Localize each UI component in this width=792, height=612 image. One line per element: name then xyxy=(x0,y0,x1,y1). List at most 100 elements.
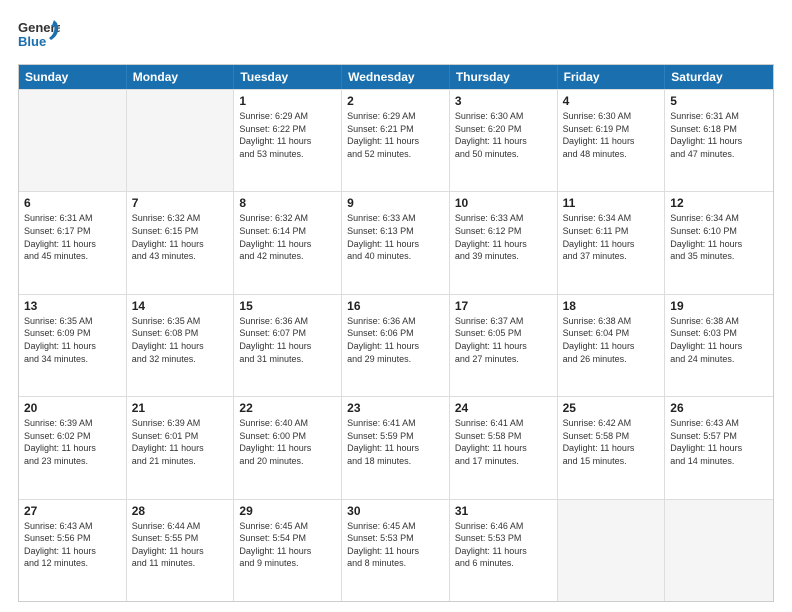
calendar-week: 20 Sunrise: 6:39 AM Sunset: 6:02 PM Dayli… xyxy=(19,396,773,498)
calendar-cell: 5Sunrise: 6:31 AM Sunset: 6:18 PM Daylig… xyxy=(665,90,773,191)
calendar-cell: 28 Sunrise: 6:44 AM Sunset: 5:55 PM Dayli… xyxy=(127,500,235,601)
weekday-header: Thursday xyxy=(450,65,558,89)
calendar-cell: 25 Sunrise: 6:42 AM Sunset: 5:58 PM Dayli… xyxy=(558,397,666,498)
weekday-header: Saturday xyxy=(665,65,773,89)
cell-info: Sunrise: 6:41 AM Sunset: 5:58 PM Dayligh… xyxy=(455,417,552,467)
cell-info: Sunrise: 6:33 AM Sunset: 6:13 PM Dayligh… xyxy=(347,212,444,262)
calendar-cell: 26 Sunrise: 6:43 AM Sunset: 5:57 PM Dayli… xyxy=(665,397,773,498)
calendar-week: 13Sunrise: 6:35 AM Sunset: 6:09 PM Dayli… xyxy=(19,294,773,396)
day-number: 7 xyxy=(132,196,229,210)
calendar-cell: 8 Sunrise: 6:32 AM Sunset: 6:14 PM Daylig… xyxy=(234,192,342,293)
svg-text:Blue: Blue xyxy=(18,34,46,49)
calendar-cell: 16 Sunrise: 6:36 AM Sunset: 6:06 PM Dayli… xyxy=(342,295,450,396)
day-number: 1 xyxy=(239,94,336,108)
cell-info: Sunrise: 6:36 AM Sunset: 6:07 PM Dayligh… xyxy=(239,315,336,365)
day-number: 9 xyxy=(347,196,444,210)
calendar-week: 27Sunrise: 6:43 AM Sunset: 5:56 PM Dayli… xyxy=(19,499,773,601)
header: General Blue xyxy=(18,18,774,54)
calendar-cell: 20 Sunrise: 6:39 AM Sunset: 6:02 PM Dayli… xyxy=(19,397,127,498)
day-number: 2 xyxy=(347,94,444,108)
calendar-cell: 4 Sunrise: 6:30 AM Sunset: 6:19 PM Daylig… xyxy=(558,90,666,191)
calendar-cell: 30 Sunrise: 6:45 AM Sunset: 5:53 PM Dayli… xyxy=(342,500,450,601)
day-number: 3 xyxy=(455,94,552,108)
calendar-cell: 7 Sunrise: 6:32 AM Sunset: 6:15 PM Daylig… xyxy=(127,192,235,293)
cell-info: Sunrise: 6:40 AM Sunset: 6:00 PM Dayligh… xyxy=(239,417,336,467)
calendar-week: 1 Sunrise: 6:29 AM Sunset: 6:22 PM Daylig… xyxy=(19,89,773,191)
cell-info: Sunrise: 6:46 AM Sunset: 5:53 PM Dayligh… xyxy=(455,520,552,570)
cell-info: Sunrise: 6:30 AM Sunset: 6:20 PM Dayligh… xyxy=(455,110,552,160)
day-number: 4 xyxy=(563,94,660,108)
cell-info: Sunrise: 6:44 AM Sunset: 5:55 PM Dayligh… xyxy=(132,520,229,570)
day-number: 12 xyxy=(670,196,768,210)
day-number: 31 xyxy=(455,504,552,518)
day-number: 8 xyxy=(239,196,336,210)
day-number: 11 xyxy=(563,196,660,210)
cell-info: Sunrise: 6:34 AM Sunset: 6:11 PM Dayligh… xyxy=(563,212,660,262)
calendar-cell xyxy=(665,500,773,601)
cell-info: Sunrise: 6:30 AM Sunset: 6:19 PM Dayligh… xyxy=(563,110,660,160)
calendar-cell: 27Sunrise: 6:43 AM Sunset: 5:56 PM Dayli… xyxy=(19,500,127,601)
cell-info: Sunrise: 6:29 AM Sunset: 6:22 PM Dayligh… xyxy=(239,110,336,160)
day-number: 28 xyxy=(132,504,229,518)
weekday-header: Monday xyxy=(127,65,235,89)
day-number: 29 xyxy=(239,504,336,518)
cell-info: Sunrise: 6:31 AM Sunset: 6:18 PM Dayligh… xyxy=(670,110,768,160)
cell-info: Sunrise: 6:43 AM Sunset: 5:57 PM Dayligh… xyxy=(670,417,768,467)
calendar-cell: 11 Sunrise: 6:34 AM Sunset: 6:11 PM Dayli… xyxy=(558,192,666,293)
weekday-header: Wednesday xyxy=(342,65,450,89)
day-number: 15 xyxy=(239,299,336,313)
calendar-cell: 13Sunrise: 6:35 AM Sunset: 6:09 PM Dayli… xyxy=(19,295,127,396)
weekday-header: Tuesday xyxy=(234,65,342,89)
weekday-header: Friday xyxy=(558,65,666,89)
calendar-cell: 21Sunrise: 6:39 AM Sunset: 6:01 PM Dayli… xyxy=(127,397,235,498)
calendar-cell xyxy=(19,90,127,191)
calendar-cell: 24 Sunrise: 6:41 AM Sunset: 5:58 PM Dayli… xyxy=(450,397,558,498)
calendar-week: 6Sunrise: 6:31 AM Sunset: 6:17 PM Daylig… xyxy=(19,191,773,293)
calendar-cell: 18 Sunrise: 6:38 AM Sunset: 6:04 PM Dayli… xyxy=(558,295,666,396)
calendar-cell: 9 Sunrise: 6:33 AM Sunset: 6:13 PM Daylig… xyxy=(342,192,450,293)
day-number: 13 xyxy=(24,299,121,313)
day-number: 14 xyxy=(132,299,229,313)
calendar-cell: 3 Sunrise: 6:30 AM Sunset: 6:20 PM Daylig… xyxy=(450,90,558,191)
cell-info: Sunrise: 6:35 AM Sunset: 6:08 PM Dayligh… xyxy=(132,315,229,365)
calendar-cell: 29 Sunrise: 6:45 AM Sunset: 5:54 PM Dayli… xyxy=(234,500,342,601)
calendar-cell: 23 Sunrise: 6:41 AM Sunset: 5:59 PM Dayli… xyxy=(342,397,450,498)
day-number: 26 xyxy=(670,401,768,415)
day-number: 19 xyxy=(670,299,768,313)
weekday-header: Sunday xyxy=(19,65,127,89)
calendar-cell: 2 Sunrise: 6:29 AM Sunset: 6:21 PM Daylig… xyxy=(342,90,450,191)
calendar-cell: 10Sunrise: 6:33 AM Sunset: 6:12 PM Dayli… xyxy=(450,192,558,293)
day-number: 24 xyxy=(455,401,552,415)
cell-info: Sunrise: 6:45 AM Sunset: 5:54 PM Dayligh… xyxy=(239,520,336,570)
day-number: 16 xyxy=(347,299,444,313)
cell-info: Sunrise: 6:45 AM Sunset: 5:53 PM Dayligh… xyxy=(347,520,444,570)
cell-info: Sunrise: 6:42 AM Sunset: 5:58 PM Dayligh… xyxy=(563,417,660,467)
cell-info: Sunrise: 6:29 AM Sunset: 6:21 PM Dayligh… xyxy=(347,110,444,160)
calendar-cell: 14 Sunrise: 6:35 AM Sunset: 6:08 PM Dayli… xyxy=(127,295,235,396)
logo: General Blue xyxy=(18,18,60,54)
cell-info: Sunrise: 6:32 AM Sunset: 6:14 PM Dayligh… xyxy=(239,212,336,262)
day-number: 18 xyxy=(563,299,660,313)
calendar-cell: 31 Sunrise: 6:46 AM Sunset: 5:53 PM Dayli… xyxy=(450,500,558,601)
cell-info: Sunrise: 6:41 AM Sunset: 5:59 PM Dayligh… xyxy=(347,417,444,467)
day-number: 30 xyxy=(347,504,444,518)
calendar-cell: 22Sunrise: 6:40 AM Sunset: 6:00 PM Dayli… xyxy=(234,397,342,498)
day-number: 20 xyxy=(24,401,121,415)
calendar-cell: 12 Sunrise: 6:34 AM Sunset: 6:10 PM Dayli… xyxy=(665,192,773,293)
cell-info: Sunrise: 6:39 AM Sunset: 6:02 PM Dayligh… xyxy=(24,417,121,467)
cell-info: Sunrise: 6:34 AM Sunset: 6:10 PM Dayligh… xyxy=(670,212,768,262)
day-number: 17 xyxy=(455,299,552,313)
cell-info: Sunrise: 6:36 AM Sunset: 6:06 PM Dayligh… xyxy=(347,315,444,365)
calendar-cell xyxy=(558,500,666,601)
day-number: 23 xyxy=(347,401,444,415)
cell-info: Sunrise: 6:39 AM Sunset: 6:01 PM Dayligh… xyxy=(132,417,229,467)
calendar: SundayMondayTuesdayWednesdayThursdayFrid… xyxy=(18,64,774,602)
cell-info: Sunrise: 6:38 AM Sunset: 6:03 PM Dayligh… xyxy=(670,315,768,365)
calendar-cell: 19 Sunrise: 6:38 AM Sunset: 6:03 PM Dayli… xyxy=(665,295,773,396)
calendar-cell: 17 Sunrise: 6:37 AM Sunset: 6:05 PM Dayli… xyxy=(450,295,558,396)
day-number: 25 xyxy=(563,401,660,415)
calendar-cell: 1 Sunrise: 6:29 AM Sunset: 6:22 PM Daylig… xyxy=(234,90,342,191)
cell-info: Sunrise: 6:38 AM Sunset: 6:04 PM Dayligh… xyxy=(563,315,660,365)
cell-info: Sunrise: 6:37 AM Sunset: 6:05 PM Dayligh… xyxy=(455,315,552,365)
cell-info: Sunrise: 6:32 AM Sunset: 6:15 PM Dayligh… xyxy=(132,212,229,262)
